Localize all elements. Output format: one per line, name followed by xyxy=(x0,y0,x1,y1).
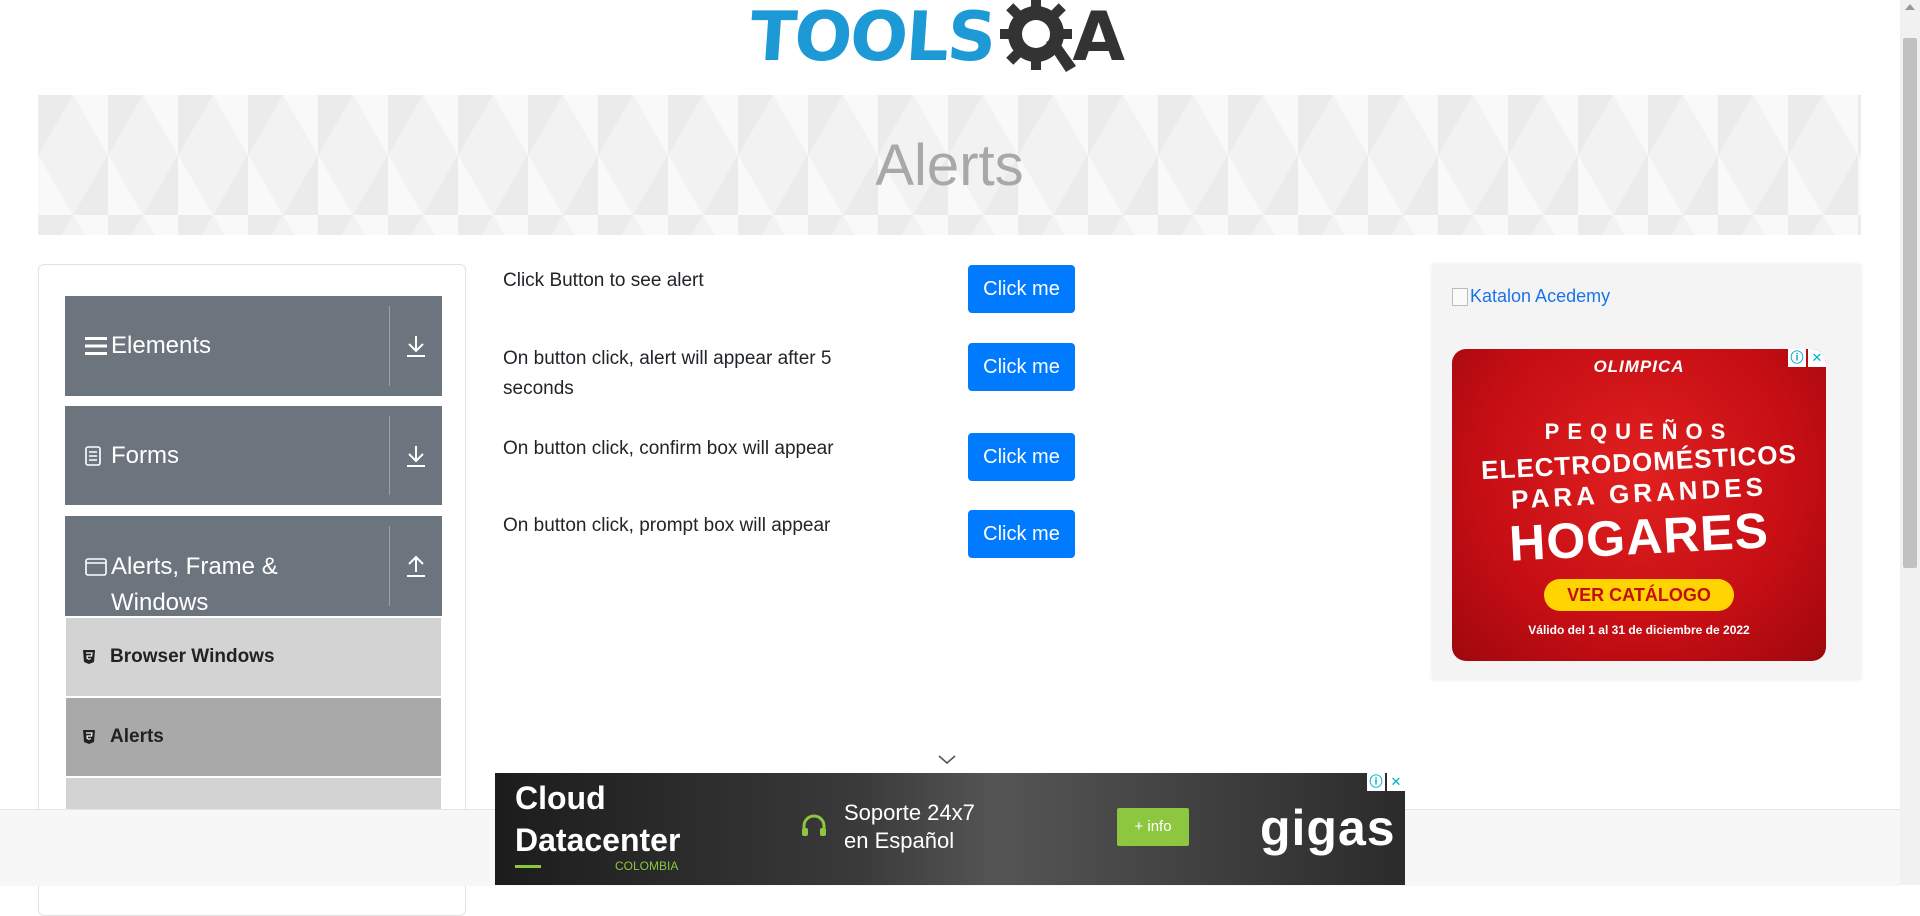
chevron-down-icon[interactable] xyxy=(938,752,956,770)
scrollbar-thumb[interactable] xyxy=(1903,38,1917,568)
divider xyxy=(389,306,390,386)
close-icon[interactable]: ✕ xyxy=(1808,349,1826,367)
ad-brand: OLIMPICA xyxy=(1593,357,1685,376)
page-header-banner: Alerts xyxy=(38,95,1861,235)
ad-info-button[interactable]: + info xyxy=(1117,808,1189,846)
alert-description: Click Button to see alert xyxy=(503,270,704,291)
ad-country: COLOMBIA xyxy=(615,859,679,873)
gear-q-icon xyxy=(1000,0,1077,72)
prompt-button[interactable]: Click me xyxy=(968,510,1075,558)
html5-icon xyxy=(82,649,104,665)
timer-alert-button[interactable]: Click me xyxy=(968,343,1075,391)
timer-alert-description: On button click, alert will appear after… xyxy=(503,348,832,399)
sidebar-group-alerts-frame-windows[interactable]: Alerts, Frame & Windows xyxy=(65,516,442,616)
ad-support-line1: Soporte 24x7 xyxy=(844,800,975,825)
alert-button[interactable]: Click me xyxy=(968,265,1075,313)
logo-text-a: A xyxy=(1072,0,1125,77)
sidebar-item-label: Browser Windows xyxy=(110,646,275,667)
prompt-description: On button click, prompt box will appear xyxy=(503,515,831,536)
accent-dash xyxy=(515,865,541,868)
ad-choices[interactable]: ⓘ ✕ xyxy=(1367,773,1405,791)
ad-support-text: Soporte 24x7 en Español xyxy=(844,799,975,855)
info-icon[interactable]: ⓘ xyxy=(1788,349,1806,367)
ad-headline-line2: Datacenter xyxy=(515,822,681,858)
ad-brand-logo: gigas xyxy=(1260,800,1396,856)
olimpica-ad[interactable]: OLIMPICA PEQUEÑOS ELECTRODOMÉSTICOS PARA… xyxy=(1452,349,1826,661)
katalon-ad-link[interactable]: Katalon Acedemy xyxy=(1452,286,1610,307)
ad-headline: Cloud Datacenter xyxy=(515,777,680,861)
katalon-ad-alt: Katalon Acedemy xyxy=(1470,286,1611,306)
sidebar-group-forms[interactable]: Forms xyxy=(65,406,442,505)
bottom-banner-ad[interactable]: Cloud Datacenter COLOMBIA Soporte 24x7 e… xyxy=(495,773,1405,885)
right-ad-panel: Katalon Acedemy OLIMPICA PEQUEÑOS ELECTR… xyxy=(1432,264,1861,680)
page-scrollbar[interactable] xyxy=(1900,0,1920,885)
toolsqa-logo[interactable]: TOOLS A xyxy=(747,0,1125,82)
divider xyxy=(389,526,390,606)
confirm-description: On button click, confirm box will appear xyxy=(503,438,834,459)
ad-validity: Válido del 1 al 31 de diciembre de 2022 xyxy=(1528,623,1750,637)
download-arrow-icon[interactable] xyxy=(400,444,432,468)
scroll-up-arrow-icon[interactable] xyxy=(1905,4,1915,10)
logo-text-tools: TOOLS xyxy=(747,0,998,77)
ad-support-line2: en Español xyxy=(844,828,955,853)
info-icon[interactable]: ⓘ xyxy=(1367,773,1385,791)
sidebar-group-label: Forms xyxy=(111,441,179,469)
confirm-button[interactable]: Click me xyxy=(968,433,1075,481)
sidebar-group-elements[interactable]: Elements xyxy=(65,296,442,396)
sidebar-item-label: Alerts xyxy=(110,726,164,747)
sidebar-group-label: Elements xyxy=(111,332,212,359)
document-icon xyxy=(85,445,111,466)
headset-icon xyxy=(800,813,828,846)
page-title: Alerts xyxy=(875,132,1024,198)
ad-choices[interactable]: ⓘ ✕ xyxy=(1788,349,1826,367)
ad-cta-button[interactable]: VER CATÁLOGO xyxy=(1544,579,1734,611)
download-arrow-icon[interactable] xyxy=(400,334,432,358)
sidebar-item-alerts[interactable]: Alerts xyxy=(66,698,441,777)
html5-icon xyxy=(82,729,104,745)
upload-arrow-icon[interactable] xyxy=(400,554,432,578)
sidebar-item-browser-windows[interactable]: Browser Windows xyxy=(66,618,441,697)
window-icon xyxy=(85,558,111,576)
hamburger-icon xyxy=(85,336,111,356)
sidebar-group-label: Alerts, Frame & Windows xyxy=(111,553,278,616)
broken-image-icon xyxy=(1452,287,1468,306)
divider xyxy=(389,416,390,495)
ad-headline-line1: Cloud xyxy=(515,780,606,816)
close-icon[interactable]: ✕ xyxy=(1387,773,1405,791)
